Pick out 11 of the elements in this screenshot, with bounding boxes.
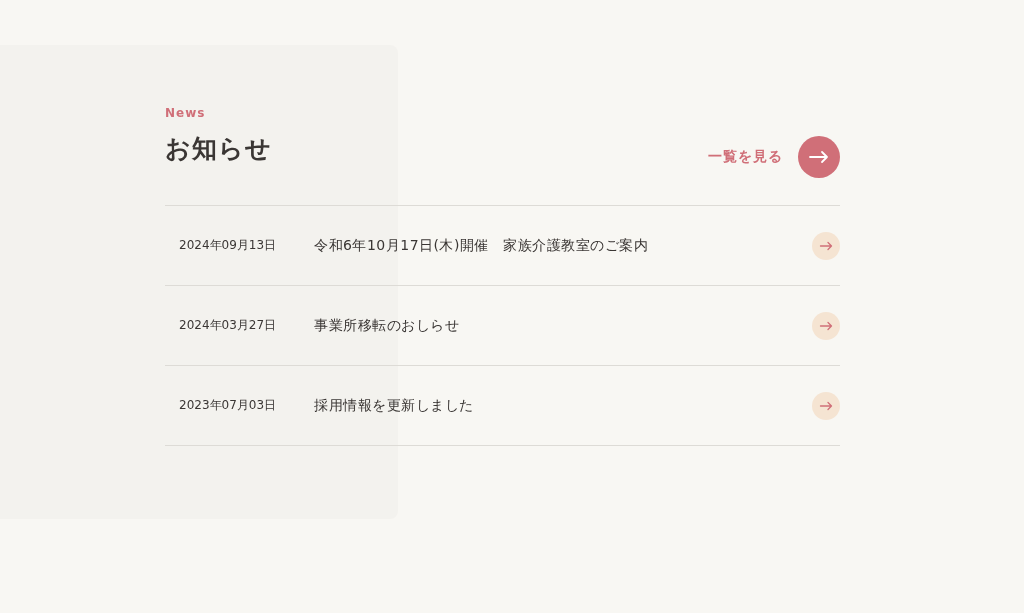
- news-date: 2024年09月13日: [179, 237, 278, 254]
- section-eyebrow: News: [165, 105, 207, 121]
- news-date: 2024年03月27日: [179, 317, 278, 334]
- news-title: 令和6年10月17日(木)開催 家族介護教室のご案内: [314, 236, 650, 255]
- section-title: お知らせ: [165, 132, 272, 165]
- news-row[interactable]: 2024年09月13日 令和6年10月17日(木)開催 家族介護教室のご案内: [165, 206, 840, 286]
- news-date: 2023年07月03日: [179, 397, 278, 414]
- news-row[interactable]: 2023年07月03日 採用情報を更新しました: [165, 366, 840, 446]
- news-title: 採用情報を更新しました: [314, 396, 475, 415]
- news-title: 事業所移転のおしらせ: [314, 316, 460, 335]
- news-row[interactable]: 2024年03月27日 事業所移転のおしらせ: [165, 286, 840, 366]
